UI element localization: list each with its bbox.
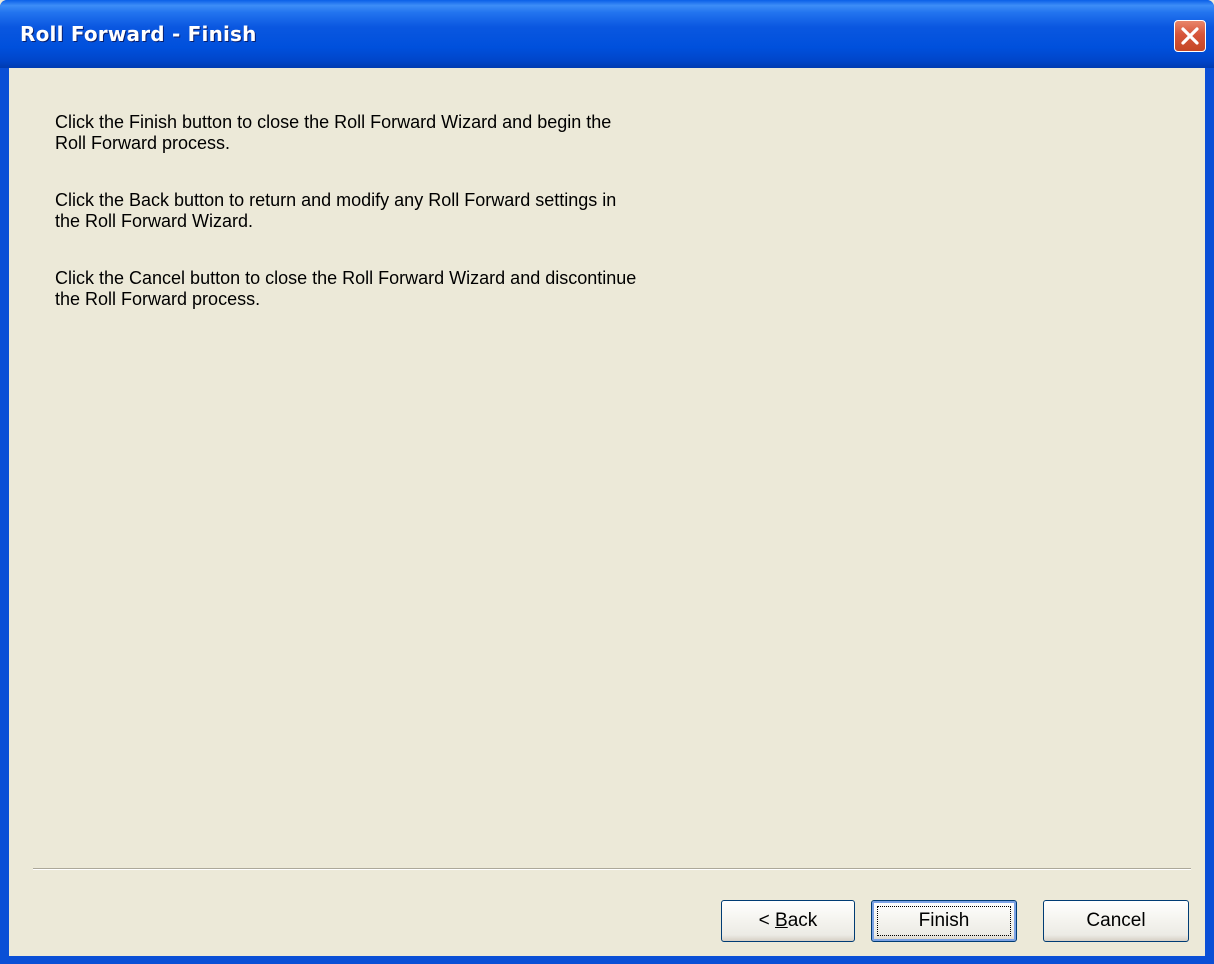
- title-bar[interactable]: Roll Forward - Finish: [0, 0, 1214, 68]
- back-instruction-line-2: the Roll Forward Wizard.: [55, 211, 254, 231]
- back-button[interactable]: < Back: [721, 900, 855, 942]
- back-button-rest: ack: [787, 910, 818, 931]
- cancel-instruction-line-1: Click the Cancel button to close the Rol…: [55, 268, 637, 288]
- finish-instruction-line-1: Click the Finish button to close the Rol…: [55, 112, 612, 132]
- close-button[interactable]: [1174, 20, 1206, 52]
- cancel-button[interactable]: Cancel: [1043, 900, 1189, 942]
- back-button-prefix: <: [758, 910, 776, 931]
- finish-button[interactable]: Finish: [871, 900, 1017, 942]
- wizard-window: Roll Forward - Finish Click the Finish b…: [0, 0, 1214, 964]
- finish-instruction: Click the Finish button to close the Rol…: [55, 112, 775, 154]
- cancel-button-label: Cancel: [1086, 910, 1146, 931]
- finish-instruction-line-2: Roll Forward process.: [55, 133, 231, 153]
- back-button-mnemonic: B: [775, 910, 788, 931]
- back-instruction: Click the Back button to return and modi…: [55, 190, 775, 232]
- button-separator: [33, 868, 1191, 870]
- cancel-instruction-line-2: the Roll Forward process.: [55, 289, 261, 309]
- finish-button-label: Finish: [918, 910, 970, 931]
- close-x-icon: [1181, 27, 1199, 45]
- back-instruction-line-1: Click the Back button to return and modi…: [55, 190, 617, 210]
- cancel-instruction: Click the Cancel button to close the Rol…: [55, 268, 775, 310]
- wizard-body: Click the Finish button to close the Rol…: [9, 68, 1205, 956]
- window-title: Roll Forward - Finish: [20, 22, 257, 46]
